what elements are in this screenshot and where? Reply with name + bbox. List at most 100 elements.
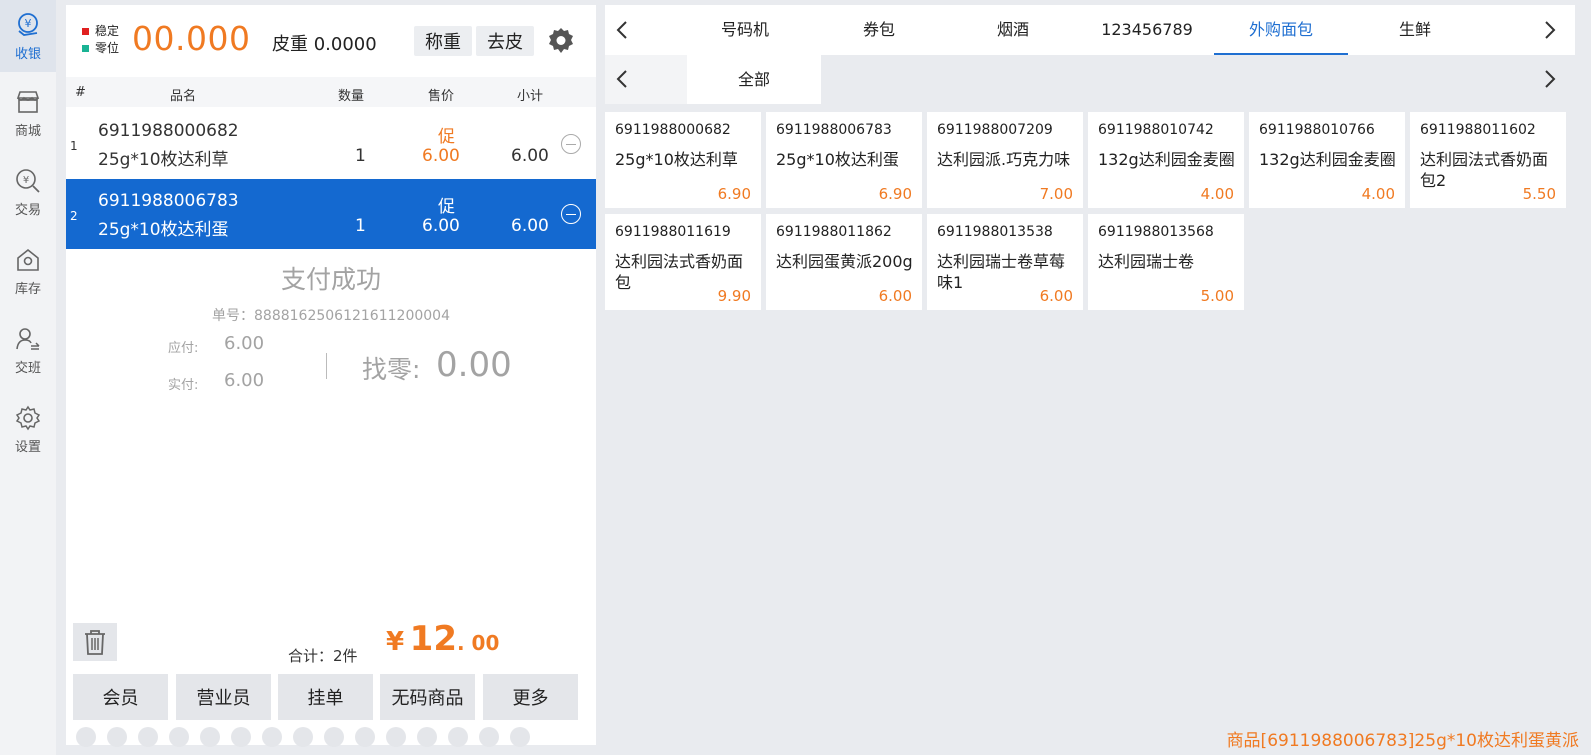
product-code: 6911988010766 <box>1259 122 1375 138</box>
row-index: 2 <box>70 209 78 223</box>
cart-panel: 稳定 零位 00.000 皮重 0.0000 称重 去皮 # 品名 数量 售价 … <box>66 5 596 747</box>
more-button[interactable]: 更多 <box>483 674 578 720</box>
cart-table-header: # 品名 数量 售价 小计 <box>66 77 596 107</box>
subcategory-bar: 全部 <box>605 55 1575 104</box>
due-label: 应付: <box>168 341 199 356</box>
product-card[interactable]: 6911988013568 达利园瑞士卷 5.00 <box>1088 214 1244 310</box>
order-number: 单号：888816250612161120000​4 <box>212 308 450 324</box>
product-code: 6911988013538 <box>937 224 1053 240</box>
weigh-button[interactable]: 称重 <box>414 26 472 56</box>
product-card[interactable]: 6911988007209 达利园派.巧克力味 7.00 <box>927 112 1083 208</box>
nav-store[interactable]: 商城 <box>0 77 56 149</box>
product-price: 4.00 <box>1200 185 1234 203</box>
row-code: 6911988006783 <box>98 191 239 211</box>
nav-inventory[interactable]: 库存 <box>0 235 56 307</box>
chevron-right-icon <box>1545 70 1556 88</box>
member-button[interactable]: 会员 <box>73 674 168 720</box>
product-price: 6.00 <box>878 287 912 305</box>
subcategory-prev[interactable] <box>605 55 687 104</box>
clear-cart-button[interactable] <box>73 623 117 661</box>
product-code: 6911988011862 <box>776 224 892 240</box>
nav-label-inventory: 库存 <box>14 281 41 297</box>
row-price: 6.00 <box>422 216 460 236</box>
category-tab[interactable]: 生鲜 <box>1348 5 1482 55</box>
salesperson-button[interactable]: 营业员 <box>176 674 271 720</box>
nav-transaction[interactable]: ¥ 交易 <box>0 156 56 228</box>
nav-settings[interactable]: 设置 <box>0 393 56 465</box>
row-name: 25g*10枚达利蛋 <box>98 220 229 240</box>
row-qty: 1 <box>355 146 366 166</box>
product-card[interactable]: 6911988006783 25g*10枚达利蛋 6.90 <box>766 112 922 208</box>
remove-item-icon[interactable] <box>561 134 581 154</box>
total-decimal: . 00 <box>457 631 500 655</box>
row-subtotal: 6.00 <box>511 146 549 166</box>
category-tab[interactable]: 号码机 <box>678 5 812 55</box>
nav-label-shift: 交班 <box>14 360 41 376</box>
header-subtotal: 小计 <box>517 89 544 104</box>
gear-icon[interactable] <box>546 26 576 56</box>
chevron-left-icon <box>616 70 627 88</box>
nav-label-transaction: 交易 <box>14 202 41 218</box>
inventory-icon <box>17 248 39 271</box>
status-message: 商品[6911988006783]25g*10枚达利蛋黄派 <box>1226 731 1579 751</box>
row-code: 6911988000682 <box>98 121 239 141</box>
product-name: 达利园派.巧克力味 <box>937 150 1071 169</box>
scale-status-legend: 稳定 零位 <box>82 23 119 57</box>
promo-badge: 促 <box>438 127 455 147</box>
cart-row[interactable]: 1 6911988000682 25g*10枚达利草 1 促 6.00 6.00 <box>66 109 596 179</box>
product-price: 6.90 <box>717 185 751 203</box>
category-tab-active[interactable]: 外购面包 <box>1214 5 1348 55</box>
subcategory-tab-all[interactable]: 全部 <box>687 55 821 104</box>
chevron-right-icon[interactable] <box>1537 18 1561 42</box>
header-name: 品名 <box>170 89 197 104</box>
product-code: 6911988013568 <box>1098 224 1214 240</box>
side-nav: ¥ 收银 商城 ¥ 交易 库存 交班 设置 <box>0 0 56 755</box>
header-index: # <box>75 85 86 100</box>
product-card[interactable]: 6911988011862 达利园蛋黄派200g 6.00 <box>766 214 922 310</box>
no-code-item-button[interactable]: 无码商品 <box>380 674 475 720</box>
nav-label-settings: 设置 <box>14 439 41 455</box>
category-tab[interactable]: 123456789 <box>1080 5 1214 55</box>
paid-label: 实付: <box>168 378 199 393</box>
row-name: 25g*10枚达利草 <box>98 150 229 170</box>
product-name: 达利园蛋黄派200g <box>776 252 913 271</box>
hold-order-button[interactable]: 挂单 <box>278 674 373 720</box>
transaction-icon: ¥ <box>16 168 40 193</box>
product-price: 6.00 <box>1039 287 1073 305</box>
category-tab[interactable]: 烟酒 <box>946 5 1080 55</box>
product-name: 25g*10枚达利草 <box>615 150 738 169</box>
scale-bar: 稳定 零位 00.000 皮重 0.0000 称重 去皮 <box>66 5 596 73</box>
header-qty: 数量 <box>338 89 365 104</box>
weight-display: 00.000 <box>132 19 251 58</box>
cart-row-selected[interactable]: 2 6911988006783 25g*10枚达利蛋 1 促 6.00 6.00 <box>66 179 596 249</box>
product-card[interactable]: 6911988013538 达利园瑞士卷草莓味1 6.00 <box>927 214 1083 310</box>
product-name: 25g*10枚达利蛋 <box>776 150 899 169</box>
product-price: 6.90 <box>878 185 912 203</box>
product-code: 6911988007209 <box>937 122 1053 138</box>
chevron-left-icon[interactable] <box>611 18 635 42</box>
product-card[interactable]: 6911988010742 132g达利园金麦圈 4.00 <box>1088 112 1244 208</box>
category-tab[interactable]: 券包 <box>812 5 946 55</box>
product-name: 132g达利园金麦圈 <box>1098 150 1235 169</box>
product-code: 6911988010742 <box>1098 122 1214 138</box>
product-price: 5.00 <box>1200 287 1234 305</box>
row-index: 1 <box>70 139 78 153</box>
subcategory-next[interactable] <box>1515 55 1575 104</box>
product-card[interactable]: 6911988011602 达利园法式香奶面包2 5.50 <box>1410 112 1566 208</box>
tare-button[interactable]: 去皮 <box>476 26 534 56</box>
product-price: 7.00 <box>1039 185 1073 203</box>
svg-text:¥: ¥ <box>25 17 32 30</box>
product-card[interactable]: 6911988010766 132g达利园金麦圈 4.00 <box>1249 112 1405 208</box>
product-name: 达利园瑞士卷 <box>1098 252 1195 271</box>
change-amount: 0.00 <box>436 345 512 385</box>
payment-divider <box>326 353 327 379</box>
nav-cashier[interactable]: ¥ 收银 <box>0 0 56 72</box>
product-card[interactable]: 6911988000682 25g*10枚达利草 6.90 <box>605 112 761 208</box>
remove-item-icon[interactable] <box>561 204 581 224</box>
store-icon <box>16 90 40 113</box>
svg-text:¥: ¥ <box>23 175 29 186</box>
product-code: 6911988011619 <box>615 224 731 240</box>
product-card[interactable]: 6911988011619 达利园法式香奶面包 9.90 <box>605 214 761 310</box>
trash-icon <box>85 630 105 655</box>
nav-shift[interactable]: 交班 <box>0 314 56 386</box>
